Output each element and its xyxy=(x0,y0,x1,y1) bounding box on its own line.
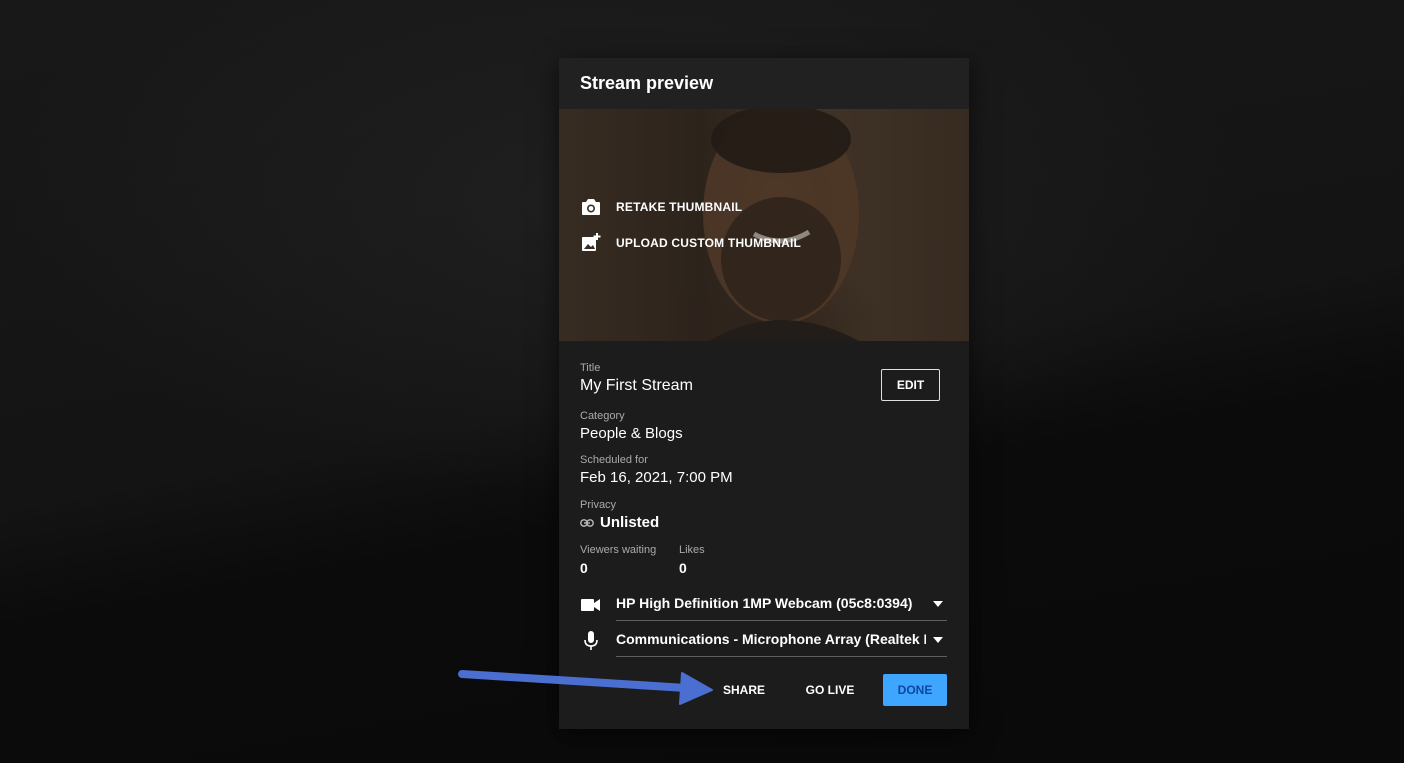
privacy-field: Privacy Unlisted xyxy=(580,499,659,531)
videocam-icon xyxy=(580,595,602,615)
scheduled-label: Scheduled for xyxy=(580,454,648,466)
upload-custom-thumbnail-button[interactable]: UPLOAD CUSTOM THUMBNAIL xyxy=(580,232,801,254)
dropdown-caret-icon xyxy=(933,637,943,643)
camera-device-row: HP High Definition 1MP Webcam (05c8:0394… xyxy=(580,587,947,623)
stream-preview-dialog: Stream preview RETAKE THUMBNAIL UPLOAD C… xyxy=(559,58,969,729)
add-photo-icon xyxy=(580,232,602,254)
likes-value: 0 xyxy=(679,560,687,576)
share-button[interactable]: SHARE xyxy=(711,674,777,706)
title-label: Title xyxy=(580,362,601,374)
stream-thumbnail: RETAKE THUMBNAIL UPLOAD CUSTOM THUMBNAIL xyxy=(559,109,969,341)
microphone-device-row: Communications - Microphone Array (Realt… xyxy=(580,623,947,659)
likes-stat: Likes 0 xyxy=(679,544,705,576)
category-field: Category People & Blogs xyxy=(580,410,683,442)
privacy-label: Privacy xyxy=(580,499,617,511)
viewers-waiting-label: Viewers waiting xyxy=(580,544,657,556)
scheduled-value: Feb 16, 2021, 7:00 PM xyxy=(580,469,733,486)
link-icon xyxy=(580,518,594,527)
upload-custom-thumbnail-label: UPLOAD CUSTOM THUMBNAIL xyxy=(616,236,802,250)
privacy-value: Unlisted xyxy=(600,514,660,531)
privacy-value-row: Unlisted xyxy=(580,514,659,531)
camera-select[interactable]: HP High Definition 1MP Webcam (05c8:0394… xyxy=(616,587,947,621)
viewers-waiting-value: 0 xyxy=(580,560,588,576)
camera-select-value: HP High Definition 1MP Webcam (05c8:0394… xyxy=(616,595,913,611)
mic-icon xyxy=(580,631,602,651)
likes-label: Likes xyxy=(679,544,705,556)
thumbnail-dim-overlay xyxy=(559,109,969,341)
category-value: People & Blogs xyxy=(580,425,683,442)
dialog-title: Stream preview xyxy=(580,73,714,93)
microphone-select-value: Communications - Microphone Array (Realt… xyxy=(616,631,926,647)
edit-button[interactable]: EDIT xyxy=(881,369,940,401)
scheduled-field: Scheduled for Feb 16, 2021, 7:00 PM xyxy=(580,454,733,486)
dialog-header: Stream preview xyxy=(559,58,969,109)
retake-thumbnail-button[interactable]: RETAKE THUMBNAIL xyxy=(580,196,742,218)
microphone-select[interactable]: Communications - Microphone Array (Realt… xyxy=(616,623,947,657)
title-value: My First Stream xyxy=(580,377,693,394)
retake-thumbnail-label: RETAKE THUMBNAIL xyxy=(616,200,743,214)
viewers-waiting-stat: Viewers waiting 0 xyxy=(580,544,656,576)
title-field: Title My First Stream xyxy=(580,362,693,395)
go-live-button[interactable]: GO LIVE xyxy=(795,674,865,706)
category-label: Category xyxy=(580,410,625,422)
dropdown-caret-icon xyxy=(933,601,943,607)
camera-icon xyxy=(580,196,602,218)
done-button[interactable]: DONE xyxy=(883,674,947,706)
